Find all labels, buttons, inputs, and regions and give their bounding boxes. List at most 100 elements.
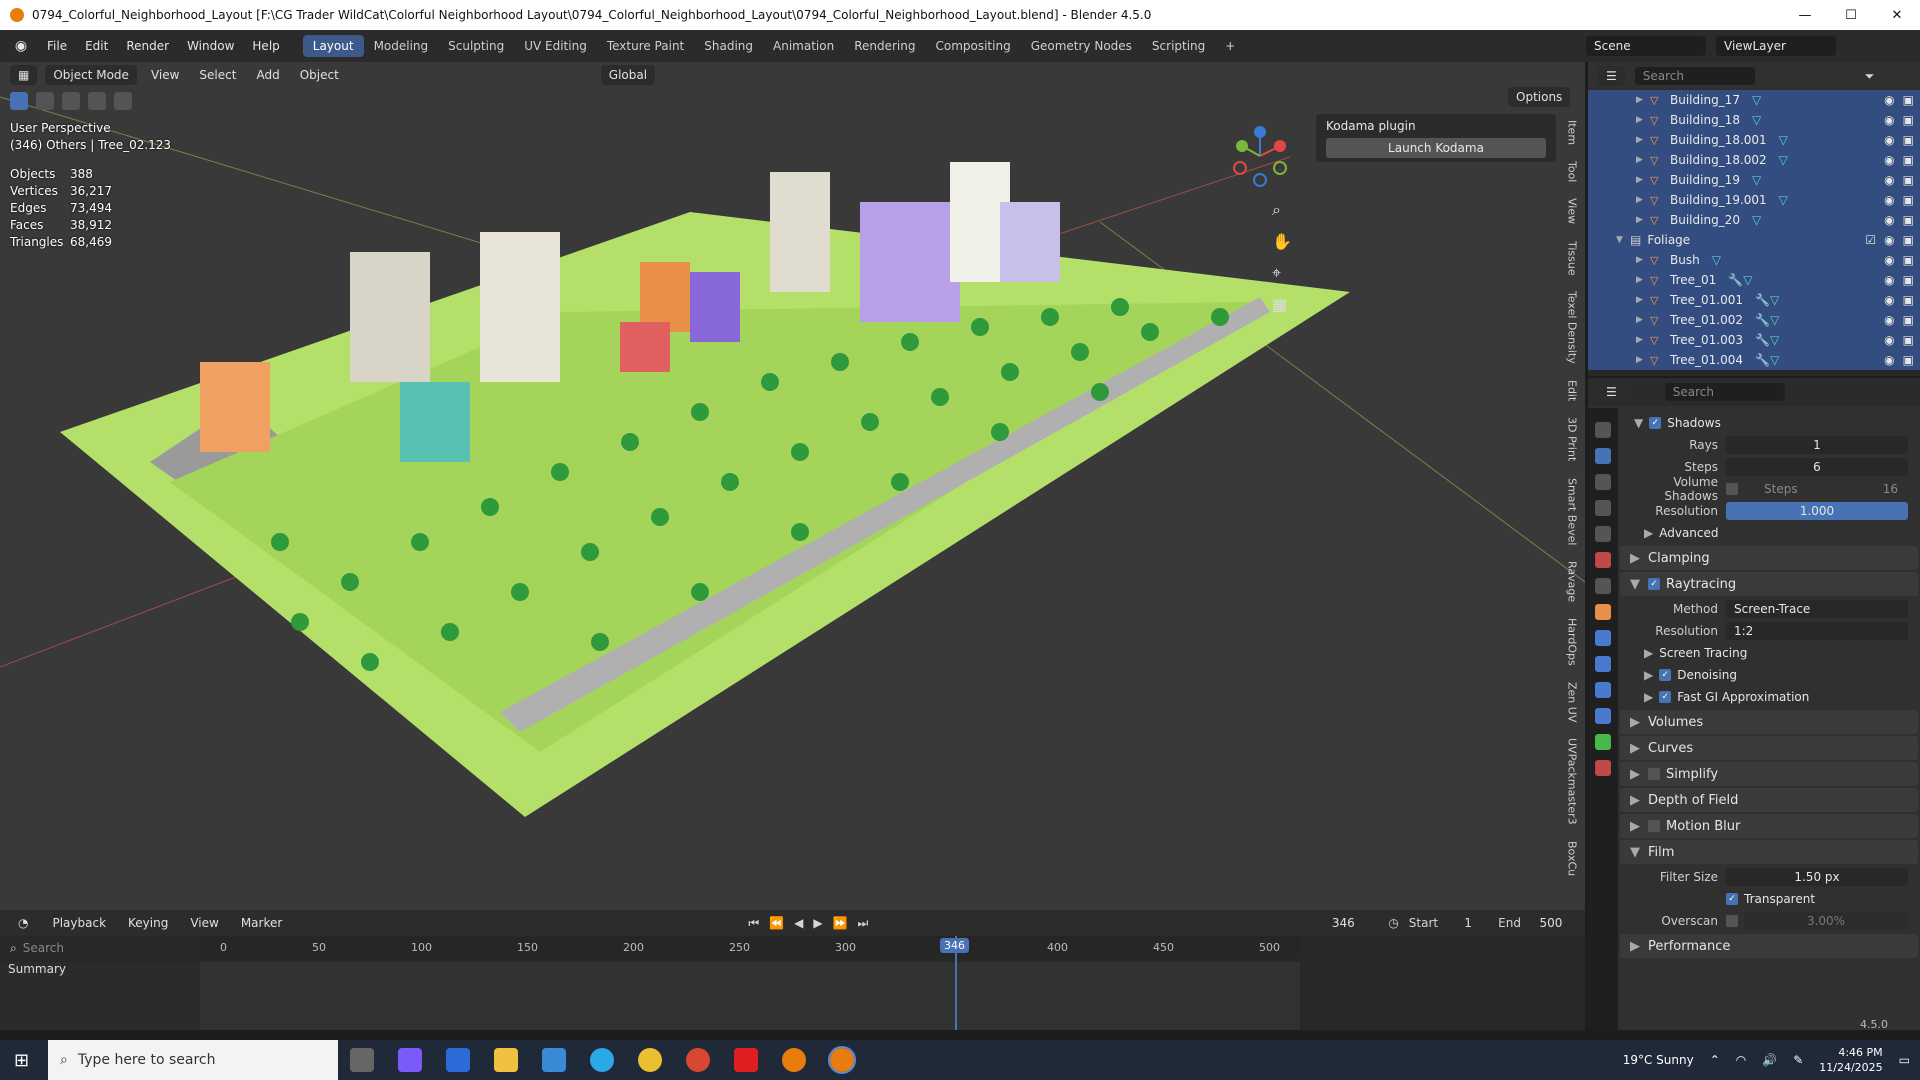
- add-workspace-icon[interactable]: +: [1215, 35, 1245, 57]
- task-view-icon[interactable]: [350, 1048, 374, 1072]
- sidebar-tab-item[interactable]: Item: [1566, 114, 1579, 151]
- render-camera-icon[interactable]: ▣: [1903, 93, 1914, 107]
- outliner-row[interactable]: ▶ ▽ Bush ▽ ◉ ▣: [1588, 250, 1920, 270]
- tab-animation[interactable]: Animation: [763, 35, 844, 57]
- summary-channel[interactable]: Summary: [0, 962, 200, 1030]
- zoom-icon[interactable]: ⌕: [1272, 200, 1292, 220]
- select-new-icon[interactable]: [36, 92, 54, 110]
- view-layer-tab-icon[interactable]: [1595, 500, 1611, 516]
- sidebar-tab-edit[interactable]: Edit: [1566, 374, 1579, 407]
- render-tab-icon[interactable]: [1595, 448, 1611, 464]
- transparent-checkbox[interactable]: ✓: [1726, 893, 1738, 905]
- sidebar-tab-texel-density[interactable]: Texel Density: [1566, 285, 1579, 370]
- network-icon[interactable]: ◠: [1736, 1053, 1746, 1067]
- sidebar-tab-tool[interactable]: Tool: [1566, 155, 1579, 188]
- method-dropdown[interactable]: Screen-Trace: [1726, 600, 1908, 618]
- chrome-profile-icon[interactable]: [686, 1048, 710, 1072]
- shadow-resolution-slider[interactable]: 1.000: [1726, 502, 1908, 520]
- dopesheet-area[interactable]: [200, 962, 1300, 1030]
- viewport-menu-object[interactable]: Object: [294, 65, 345, 85]
- start-frame-field[interactable]: 1: [1448, 913, 1489, 933]
- render-camera-icon[interactable]: ▣: [1903, 353, 1914, 367]
- rays-field[interactable]: 1: [1726, 436, 1908, 454]
- timeline-search-input[interactable]: Search: [23, 941, 64, 955]
- motion-blur-checkbox[interactable]: [1648, 820, 1660, 832]
- outliner-editor-type[interactable]: ☰: [1598, 66, 1625, 86]
- volume-shadows-checkbox[interactable]: [1726, 483, 1738, 495]
- jump-end-icon[interactable]: ⏭: [858, 916, 869, 931]
- render-camera-icon[interactable]: ▣: [1903, 193, 1914, 207]
- visibility-eye-icon[interactable]: ◉: [1884, 333, 1894, 347]
- pen-icon[interactable]: ✎: [1793, 1053, 1803, 1067]
- visibility-eye-icon[interactable]: ◉: [1884, 133, 1894, 147]
- windows-start-icon[interactable]: ⊞: [14, 1050, 29, 1071]
- next-keyframe-icon[interactable]: ⏩: [833, 916, 848, 930]
- youtube-icon[interactable]: [734, 1048, 758, 1072]
- denoising-checkbox[interactable]: ✓: [1659, 669, 1672, 681]
- fast-gi-checkbox[interactable]: ✓: [1659, 691, 1672, 703]
- sidebar-tab-3d-print[interactable]: 3D Print: [1566, 411, 1579, 467]
- outliner-search-input[interactable]: Search: [1634, 67, 1755, 85]
- viewport-menu-select[interactable]: Select: [193, 65, 242, 85]
- sidebar-tab-hardops[interactable]: HardOps: [1566, 612, 1579, 672]
- blender-icon[interactable]: [782, 1048, 806, 1072]
- particles-tab-icon[interactable]: [1595, 656, 1611, 672]
- raytracing-checkbox[interactable]: ✓: [1648, 578, 1660, 590]
- view-layer-selector[interactable]: ViewLayer: [1716, 36, 1836, 56]
- editor-type-button[interactable]: ▦: [10, 65, 38, 85]
- raytracing-panel[interactable]: ▼ ✓ Raytracing: [1620, 572, 1918, 596]
- prev-keyframe-icon[interactable]: ⏪: [769, 916, 784, 930]
- grid-icon[interactable]: ▦: [1272, 295, 1292, 314]
- minimize-icon[interactable]: —: [1782, 0, 1828, 30]
- outliner-row[interactable]: ▶ ▽ Building_18.001 ▽ ◉ ▣: [1588, 130, 1920, 150]
- 3d-viewport[interactable]: ▦ Object Mode View Select Add Object Glo…: [0, 62, 1585, 910]
- store-icon[interactable]: [446, 1048, 470, 1072]
- outliner-row[interactable]: ▶ ▽ Tree_01.002 🔧▽ ◉ ▣: [1588, 310, 1920, 330]
- tab-geometry-nodes[interactable]: Geometry Nodes: [1021, 35, 1142, 57]
- collection-tab-icon[interactable]: [1595, 578, 1611, 594]
- overscan-checkbox[interactable]: [1726, 915, 1738, 927]
- select-box-icon[interactable]: [10, 92, 28, 110]
- notifications-icon[interactable]: ▭: [1899, 1053, 1910, 1067]
- menu-help[interactable]: Help: [243, 36, 288, 56]
- stopwatch-icon[interactable]: ◷: [1388, 916, 1398, 930]
- volume-icon[interactable]: 🔊: [1762, 1053, 1777, 1067]
- camera-icon[interactable]: ⌖: [1272, 263, 1292, 283]
- menu-render[interactable]: Render: [117, 36, 178, 56]
- menu-edit[interactable]: Edit: [76, 36, 117, 56]
- render-camera-icon[interactable]: ▣: [1903, 173, 1914, 187]
- render-camera-icon[interactable]: ▣: [1903, 233, 1914, 247]
- menu-file[interactable]: File: [38, 36, 76, 56]
- playback-menu[interactable]: Playback: [46, 913, 112, 933]
- edge-icon[interactable]: [590, 1048, 614, 1072]
- curves-panel[interactable]: ▶ Curves: [1620, 736, 1918, 760]
- navigation-gizmo[interactable]: [1228, 124, 1292, 188]
- tab-texture-paint[interactable]: Texture Paint: [597, 35, 694, 57]
- tab-modeling[interactable]: Modeling: [364, 35, 439, 57]
- scene-tab-icon[interactable]: [1595, 526, 1611, 542]
- outliner-row[interactable]: ▶ ▽ Building_19 ▽ ◉ ▣: [1588, 170, 1920, 190]
- clamping-panel[interactable]: ▶ Clamping: [1620, 546, 1918, 570]
- exclude-checkbox-icon[interactable]: ☑: [1865, 233, 1876, 247]
- tab-sculpting[interactable]: Sculpting: [438, 35, 514, 57]
- visibility-eye-icon[interactable]: ◉: [1884, 173, 1894, 187]
- launch-kodama-button[interactable]: Launch Kodama: [1326, 138, 1546, 158]
- render-camera-icon[interactable]: ▣: [1903, 293, 1914, 307]
- tab-uv-editing[interactable]: UV Editing: [514, 35, 597, 57]
- visibility-eye-icon[interactable]: ◉: [1884, 253, 1894, 267]
- copilot-icon[interactable]: [398, 1048, 422, 1072]
- modifiers-tab-icon[interactable]: [1595, 630, 1611, 646]
- constraints-tab-icon[interactable]: [1595, 708, 1611, 724]
- render-camera-icon[interactable]: ▣: [1903, 273, 1914, 287]
- visibility-eye-icon[interactable]: ◉: [1884, 353, 1894, 367]
- render-camera-icon[interactable]: ▣: [1903, 213, 1914, 227]
- visibility-eye-icon[interactable]: ◉: [1884, 273, 1894, 287]
- render-camera-icon[interactable]: ▣: [1903, 153, 1914, 167]
- outliner-row[interactable]: ▶ ▽ Building_18.002 ▽ ◉ ▣: [1588, 150, 1920, 170]
- taskbar-search-input[interactable]: ⌕ Type here to search: [48, 1040, 338, 1080]
- outliner-row[interactable]: ▶ ▽ Building_17 ▽ ◉ ▣: [1588, 90, 1920, 110]
- outliner-row[interactable]: ▶ ▽ Tree_01.004 🔧▽ ◉ ▣: [1588, 350, 1920, 370]
- marker-menu[interactable]: Marker: [235, 913, 288, 933]
- viewport-menu-view[interactable]: View: [145, 65, 185, 85]
- properties-search-input[interactable]: Search: [1664, 383, 1785, 401]
